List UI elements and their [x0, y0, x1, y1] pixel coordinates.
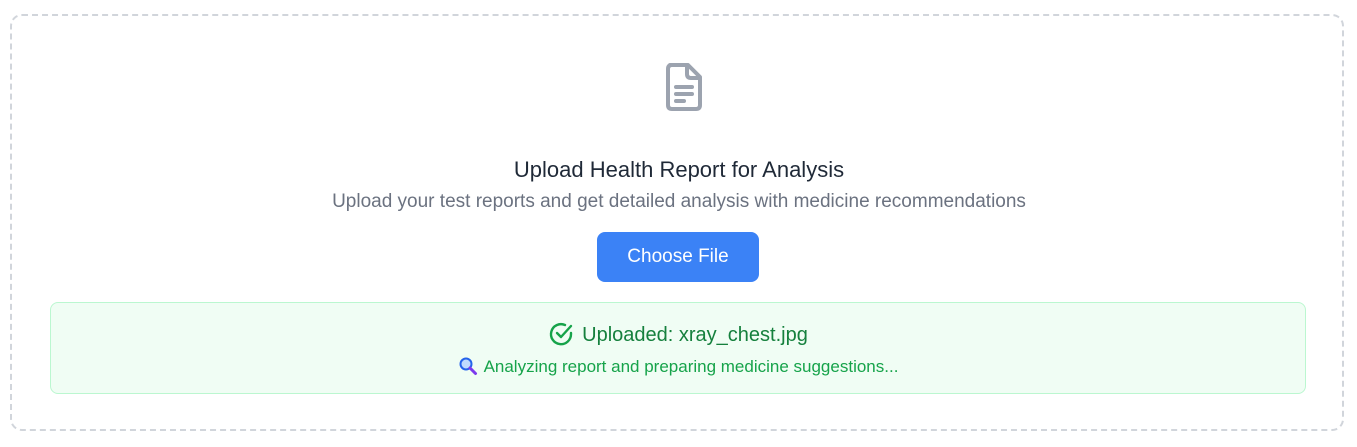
choose-file-button[interactable]: Choose File	[597, 232, 759, 282]
magnifying-glass-icon	[458, 356, 478, 376]
uploaded-status: Uploaded: xray_chest.jpg	[51, 321, 1305, 349]
analyzing-text: Analyzing report and preparing medicine …	[483, 357, 899, 376]
upload-status-panel: Uploaded: xray_chest.jpg Analyzing repor…	[50, 302, 1306, 394]
document-icon	[656, 59, 712, 115]
upload-subtitle: Upload your test reports and get detaile…	[332, 191, 1026, 212]
upload-dropzone[interactable]: Upload Health Report for Analysis Upload…	[10, 14, 1344, 431]
uploaded-file-label: Uploaded: xray_chest.jpg	[582, 324, 808, 346]
analyzing-status: Analyzing report and preparing medicine …	[51, 355, 1305, 379]
check-circle-icon	[548, 321, 574, 347]
upload-title: Upload Health Report for Analysis	[513, 157, 845, 182]
